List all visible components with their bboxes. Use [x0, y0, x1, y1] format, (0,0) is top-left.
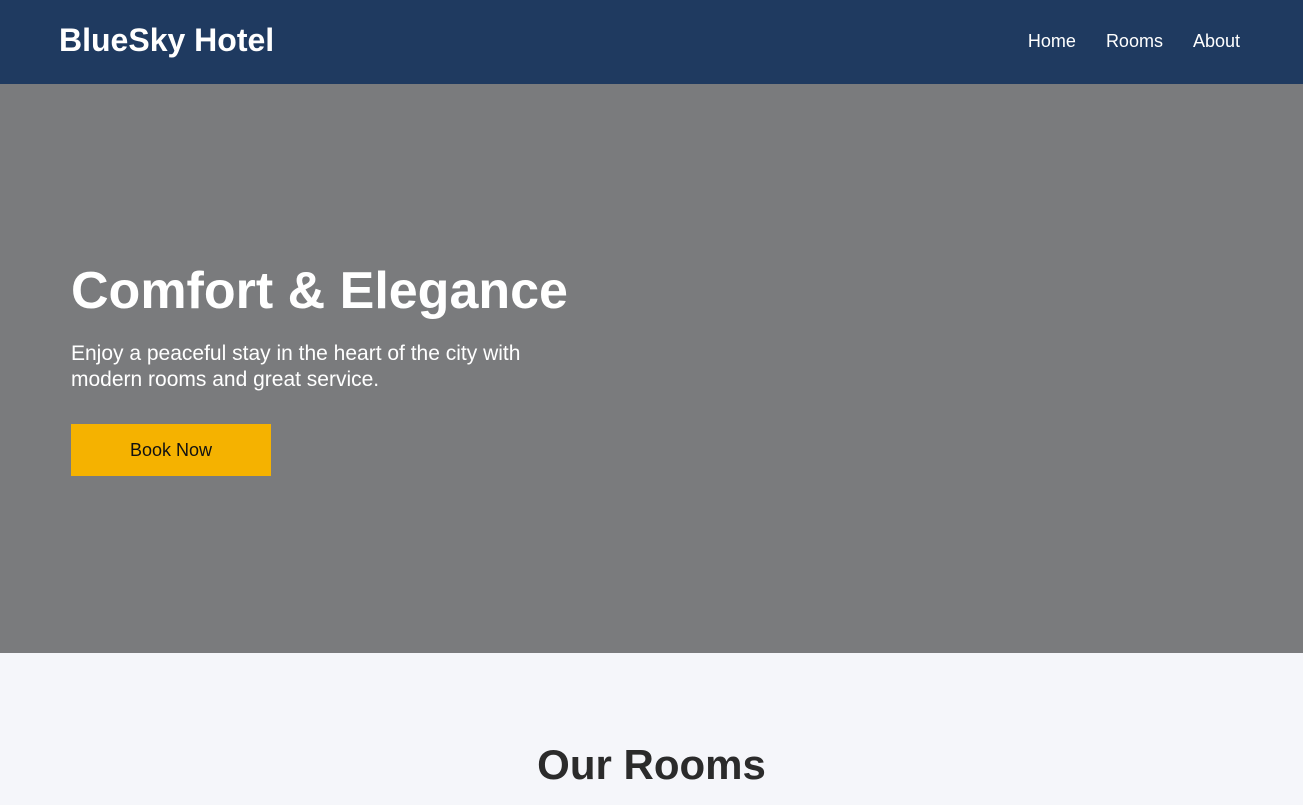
nav-link-rooms[interactable]: Rooms [1106, 29, 1163, 53]
rooms-section-title: Our Rooms [537, 741, 766, 788]
hero-title: Comfort & Elegance [71, 262, 568, 320]
site-header: BlueSky Hotel Home Rooms About [0, 0, 1303, 84]
hero-section: Comfort & Elegance Enjoy a peaceful stay… [0, 84, 1303, 653]
nav-link-about[interactable]: About [1193, 29, 1240, 53]
rooms-section: Our Rooms [0, 653, 1303, 805]
brand-logo-text[interactable]: BlueSky Hotel [59, 20, 274, 60]
nav-link-home[interactable]: Home [1028, 29, 1076, 53]
hero-description: Enjoy a peaceful stay in the heart of th… [71, 342, 521, 391]
main-nav: Home Rooms About [1028, 29, 1240, 53]
book-now-button[interactable]: Book Now [71, 424, 271, 476]
